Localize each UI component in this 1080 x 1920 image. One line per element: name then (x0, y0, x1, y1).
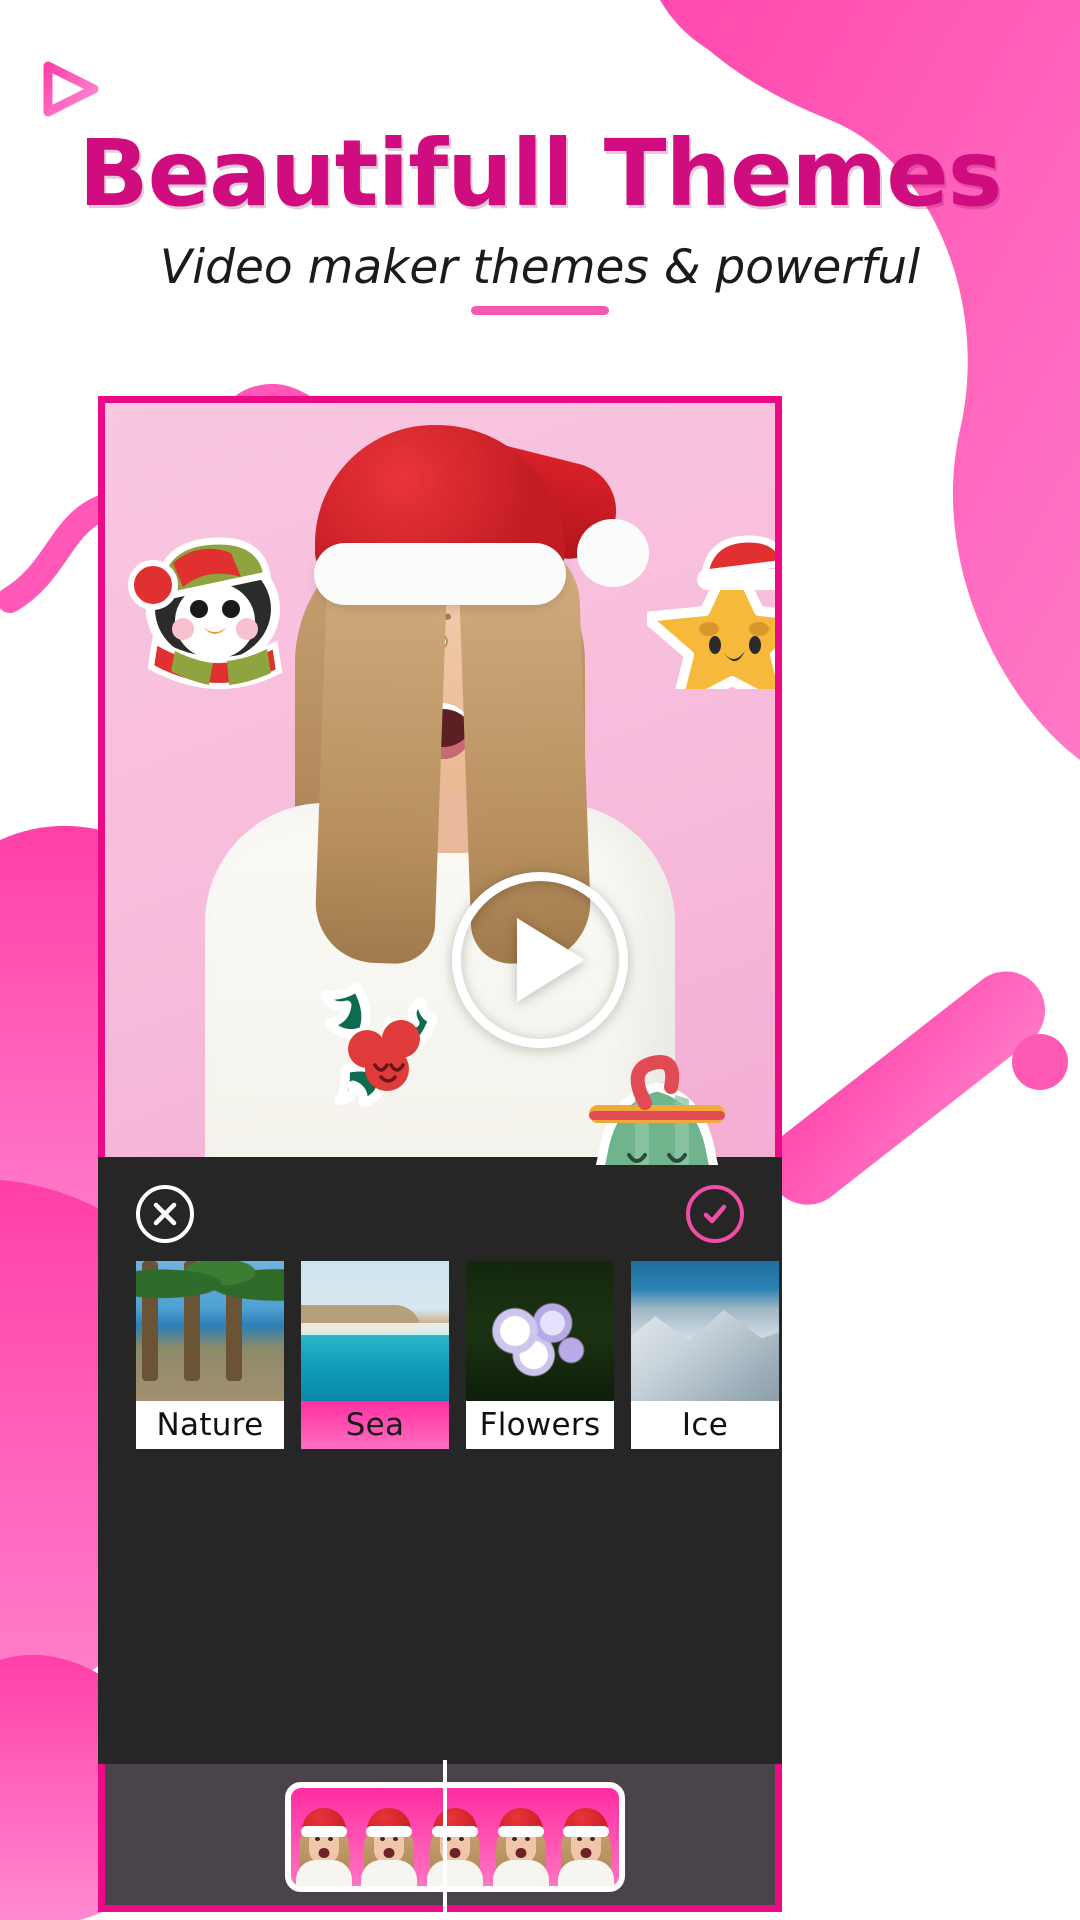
theme-thumbnail (136, 1261, 284, 1401)
theme-card-nature[interactable]: Nature (136, 1261, 284, 1449)
play-icon (517, 918, 585, 1002)
video-preview-frame[interactable] (98, 396, 782, 1172)
video-timeline[interactable] (98, 1760, 782, 1916)
penguin-sticker[interactable] (115, 501, 295, 691)
title-underline (471, 306, 609, 315)
theme-thumbnail (301, 1261, 449, 1401)
timeline-frame (357, 1788, 423, 1886)
theme-editor-panel: Nature Sea Flowers Ice (98, 1157, 782, 1764)
theme-card-flowers[interactable]: Flowers (466, 1261, 614, 1449)
theme-card-sea[interactable]: Sea (301, 1261, 449, 1449)
theme-thumbnail (466, 1261, 614, 1401)
theme-label: Nature (136, 1401, 284, 1449)
app-logo-play-icon (36, 58, 102, 120)
bell-sticker[interactable] (567, 1055, 747, 1165)
timeline-frame (422, 1788, 488, 1886)
theme-label: Ice (631, 1401, 779, 1449)
page-title: Beautifull Themes (78, 120, 1003, 227)
theme-label: Flowers (466, 1401, 614, 1449)
timeline-frame (553, 1788, 619, 1886)
theme-label: Sea (301, 1401, 449, 1449)
timeline-clip[interactable] (285, 1782, 625, 1892)
theme-thumbnail (631, 1261, 779, 1401)
play-button[interactable] (452, 872, 628, 1048)
timeline-playhead[interactable] (443, 1760, 447, 1916)
timeline-frame (291, 1788, 357, 1886)
timeline-frame (488, 1788, 554, 1886)
screenshot-root: Beautifull Themes Video maker themes & p… (0, 0, 1080, 1920)
theme-list[interactable]: Nature Sea Flowers Ice (98, 1261, 782, 1461)
holly-sticker[interactable] (305, 973, 475, 1133)
star-sticker[interactable] (647, 529, 775, 689)
page-subtitle: Video maker themes & powerful (159, 240, 921, 295)
confirm-button[interactable] (686, 1185, 744, 1243)
close-button[interactable] (136, 1185, 194, 1243)
theme-card-ice[interactable]: Ice (631, 1261, 779, 1449)
close-icon (153, 1202, 177, 1226)
check-icon (703, 1204, 727, 1224)
